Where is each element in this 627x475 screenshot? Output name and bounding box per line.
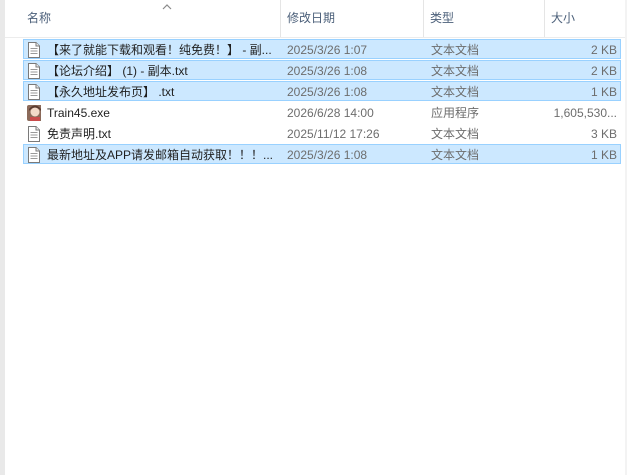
file-row[interactable]: 免责声明.txt 2025/11/12 17:26 文本文档 3 KB xyxy=(23,123,621,143)
file-name: Train45.exe xyxy=(47,106,110,120)
column-header-name[interactable]: 名称 xyxy=(21,0,281,37)
column-header-type-label: 类型 xyxy=(430,11,455,25)
column-header-name-label: 名称 xyxy=(27,11,52,25)
file-row[interactable]: 【来了就能下载和观看！纯免费！】 - 副... 2025/3/26 1:07 文… xyxy=(23,39,621,59)
file-size: 1,605,530... xyxy=(553,106,617,120)
file-type: 文本文档 xyxy=(431,43,480,57)
file-type: 文本文档 xyxy=(431,148,480,162)
file-name: 【永久地址发布页】 .txt xyxy=(47,85,175,99)
file-size: 2 KB xyxy=(590,64,617,78)
file-size: 3 KB xyxy=(590,127,617,141)
text-file-icon xyxy=(27,63,41,79)
file-name: 免责声明.txt xyxy=(47,127,112,141)
file-type: 文本文档 xyxy=(431,64,480,78)
file-date: 2025/3/26 1:08 xyxy=(287,64,368,78)
column-header-date-label: 修改日期 xyxy=(287,11,336,25)
file-name: 【来了就能下载和观看！纯免费！】 - 副... xyxy=(47,43,272,57)
file-list: 【来了就能下载和观看！纯免费！】 - 副... 2025/3/26 1:07 文… xyxy=(23,39,621,165)
column-header-type[interactable]: 类型 xyxy=(424,0,545,37)
column-header-date[interactable]: 修改日期 xyxy=(281,0,424,37)
file-size: 1 KB xyxy=(590,148,617,162)
file-type: 文本文档 xyxy=(431,85,480,99)
navigation-pane-edge xyxy=(0,0,5,475)
file-name: 最新地址及APP请发邮箱自动获取！！！... xyxy=(47,148,274,162)
column-header-size[interactable]: 大小 xyxy=(545,0,627,37)
file-type: 文本文档 xyxy=(431,127,480,141)
text-file-icon xyxy=(27,42,41,58)
file-date: 2025/3/26 1:08 xyxy=(287,85,368,99)
sort-ascending-chevron-icon xyxy=(162,4,172,10)
file-row[interactable]: 【永久地址发布页】 .txt 2025/3/26 1:08 文本文档 1 KB xyxy=(23,81,621,101)
file-row[interactable]: 最新地址及APP请发邮箱自动获取！！！... 2025/3/26 1:08 文本… xyxy=(23,144,621,164)
column-header-bar: 名称 修改日期 类型 大小 xyxy=(5,0,627,38)
file-date: 2025/3/26 1:07 xyxy=(287,43,368,57)
text-file-icon xyxy=(27,84,41,100)
file-row[interactable]: 【论坛介绍】 (1) - 副本.txt 2025/3/26 1:08 文本文档 … xyxy=(23,60,621,80)
file-row[interactable]: Train45.exe 2026/6/28 14:00 应用程序 1,605,5… xyxy=(23,102,621,122)
text-file-icon xyxy=(27,126,41,142)
file-date: 2026/6/28 14:00 xyxy=(287,106,374,120)
file-size: 2 KB xyxy=(590,43,617,57)
app-avatar-icon xyxy=(27,105,41,121)
file-date: 2025/3/26 1:08 xyxy=(287,148,368,162)
file-name: 【论坛介绍】 (1) - 副本.txt xyxy=(47,64,188,78)
text-file-icon xyxy=(27,147,41,163)
file-date: 2025/11/12 17:26 xyxy=(287,127,380,141)
file-size: 1 KB xyxy=(590,85,617,99)
file-type: 应用程序 xyxy=(431,106,480,120)
column-header-size-label: 大小 xyxy=(551,11,576,25)
